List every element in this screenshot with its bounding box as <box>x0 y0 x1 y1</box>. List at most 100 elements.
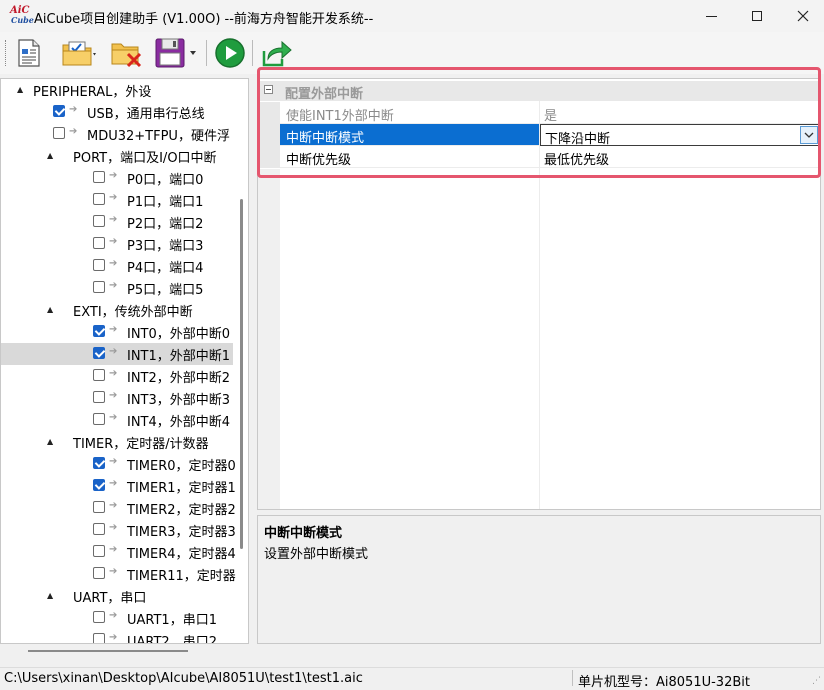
property-description: 中断中断模式 设置外部中断模式 <box>257 515 821 644</box>
open-button[interactable] <box>54 36 104 70</box>
tree-node[interactable]: ➔ INT4，外部中断4 <box>1 409 233 431</box>
tree-node[interactable]: ➔ MDU32+TFPU，硬件浮 <box>1 123 233 145</box>
minimize-button[interactable] <box>688 0 734 32</box>
tree-node-label: PORT，端口及I/O口中断 <box>73 151 217 166</box>
tree-node-checkbox[interactable] <box>93 545 105 557</box>
property-name: 中断优先级 <box>280 146 539 168</box>
project-path: C:\Users\xinan\Desktop\AIcube\AI8051U\te… <box>4 671 363 686</box>
close-button[interactable] <box>780 0 824 32</box>
expand-toggle-icon[interactable]: ▲ <box>47 305 53 314</box>
tree-node[interactable]: ▲ PERIPHERAL，外设 <box>1 79 233 101</box>
close-project-button[interactable] <box>108 36 146 70</box>
tree-node[interactable]: ▲ PORT，端口及I/O口中断 <box>1 145 233 167</box>
interrupt-mode-select[interactable]: 下降沿中断 <box>540 124 820 147</box>
tree-node[interactable]: ➔ INT1，外部中断1 <box>1 343 233 365</box>
expand-toggle-icon[interactable]: ▲ <box>47 591 53 600</box>
arrow-icon: ➔ <box>109 280 118 291</box>
tree-node[interactable]: ▲ EXTI，传统外部中断 <box>1 299 233 321</box>
maximize-button[interactable] <box>734 0 780 32</box>
tree-vertical-scrollbar[interactable] <box>240 199 243 549</box>
tree-node-checkbox[interactable] <box>93 347 105 359</box>
property-row-priority[interactable]: 中断优先级 最低优先级 <box>258 146 820 168</box>
property-value[interactable]: 最低优先级 <box>540 146 820 168</box>
expand-toggle-icon[interactable]: ▲ <box>47 437 53 446</box>
peripheral-tree[interactable]: ▲ PERIPHERAL，外设 ➔ USB，通用串行总线 ➔ MDU32+TFPU，硬件浮… <box>0 78 249 644</box>
status-bar: C:\Users\xinan\Desktop\AIcube\AI8051U\te… <box>0 667 824 690</box>
tree-node[interactable]: ▲ TIMER，定时器/计数器 <box>1 431 233 453</box>
tree-node[interactable]: ➔ TIMER0，定时器0 <box>1 453 236 475</box>
tree-node[interactable]: ➔ INT0，外部中断0 <box>1 321 233 343</box>
export-button[interactable] <box>258 36 294 70</box>
tree-node[interactable]: ➔ UART1，串口1 <box>1 607 233 629</box>
tree-node[interactable]: ➔ TIMER1，定时器1 <box>1 475 236 497</box>
toolbar-separator <box>206 40 207 66</box>
save-button[interactable] <box>150 36 202 70</box>
property-value[interactable]: 是 <box>540 102 820 124</box>
expand-toggle-icon[interactable]: ▲ <box>17 85 23 94</box>
tree-node-checkbox[interactable] <box>93 633 105 643</box>
maximize-icon <box>752 11 762 21</box>
tree-node-label: P3口，端口3 <box>127 239 204 254</box>
tree-node-checkbox[interactable] <box>93 501 105 513</box>
tree-node-checkbox[interactable] <box>93 369 105 381</box>
property-row-enable-int1[interactable]: 使能INT1外部中断 是 <box>258 102 820 124</box>
window-title: AiCube项目创建助手 (V1.00O) --前海方舟智能开发系统-- <box>34 12 374 27</box>
tree-node[interactable]: ➔ P5口，端口5 <box>1 277 233 299</box>
tree-node-checkbox[interactable] <box>93 281 105 293</box>
tree-node[interactable]: ➔ P3口，端口3 <box>1 233 233 255</box>
property-grid[interactable]: 配置外部中断 使能INT1外部中断 是 中断中断模式 下降沿中断 中断优先级 最… <box>257 78 821 510</box>
tree-node[interactable]: ➔ TIMER2，定时器2 <box>1 497 236 519</box>
tree-node-label: TIMER0，定时器0 <box>127 459 236 474</box>
expand-toggle-icon[interactable]: ▲ <box>47 151 53 160</box>
tree-node[interactable]: ▲ UART，串口 <box>1 585 233 607</box>
property-category[interactable]: 配置外部中断 <box>258 81 820 102</box>
tree-node-checkbox[interactable] <box>93 171 105 183</box>
tree-node-checkbox[interactable] <box>93 391 105 403</box>
tree-node[interactable]: ➔ INT3，外部中断3 <box>1 387 233 409</box>
tree-node-checkbox[interactable] <box>53 127 65 139</box>
tree-node[interactable]: ➔ TIMER4，定时器4 <box>1 541 236 563</box>
arrow-icon: ➔ <box>109 478 118 489</box>
tree-node-checkbox[interactable] <box>93 215 105 227</box>
tree-node-label: EXTI，传统外部中断 <box>73 305 193 320</box>
tree-node-checkbox[interactable] <box>93 413 105 425</box>
app-logo: AiC Cube <box>10 5 34 25</box>
tree-node-checkbox[interactable] <box>93 457 105 469</box>
export-icon <box>262 40 292 67</box>
property-row-interrupt-mode[interactable]: 中断中断模式 下降沿中断 <box>258 124 820 147</box>
tree-node-checkbox[interactable] <box>93 523 105 535</box>
tree-node[interactable]: ➔ P2口，端口2 <box>1 211 233 233</box>
tree-node-checkbox[interactable] <box>53 105 65 117</box>
tree-node[interactable]: ➔ USB，通用串行总线 <box>1 101 233 123</box>
resize-grip-icon[interactable]: ⋰ <box>812 676 821 686</box>
dropdown-button[interactable] <box>800 126 818 144</box>
tree-node-checkbox[interactable] <box>93 193 105 205</box>
run-button[interactable] <box>212 36 248 70</box>
toolbar-grip[interactable] <box>5 40 9 66</box>
tree-node-label: TIMER2，定时器2 <box>127 503 236 518</box>
tree-node[interactable]: ➔ TIMER3，定时器3 <box>1 519 236 541</box>
tree-node[interactable]: ➔ INT2，外部中断2 <box>1 365 233 387</box>
arrow-icon: ➔ <box>109 324 118 335</box>
tree-node-checkbox[interactable] <box>93 237 105 249</box>
tree-horizontal-scrollbar[interactable] <box>28 650 188 652</box>
tree-node-checkbox[interactable] <box>93 259 105 271</box>
run-icon <box>215 38 245 68</box>
collapse-icon[interactable] <box>264 85 273 94</box>
tree-node[interactable]: ➔ P1口，端口1 <box>1 189 233 211</box>
tree-node[interactable]: ➔ TIMER11，定时器 <box>1 563 236 585</box>
tree-node[interactable]: ➔ P4口，端口4 <box>1 255 233 277</box>
tree-node[interactable]: ➔ UART2，串口2 <box>1 629 233 643</box>
tree-node-label: P2口，端口2 <box>127 217 204 232</box>
tree-node-label: UART，串口 <box>73 591 147 606</box>
tree-node-checkbox[interactable] <box>93 325 105 337</box>
tree-node-checkbox[interactable] <box>93 567 105 579</box>
new-button[interactable] <box>12 36 46 70</box>
tree-node-checkbox[interactable] <box>93 611 105 623</box>
tree-node[interactable]: ➔ P0口，端口0 <box>1 167 233 189</box>
tree-node-label: INT0，外部中断0 <box>127 327 231 342</box>
description-body: 设置外部中断模式 <box>264 547 369 562</box>
panel-splitter[interactable] <box>251 78 255 644</box>
tree-node-checkbox[interactable] <box>93 479 105 491</box>
tree-node-label: TIMER1，定时器1 <box>127 481 236 496</box>
